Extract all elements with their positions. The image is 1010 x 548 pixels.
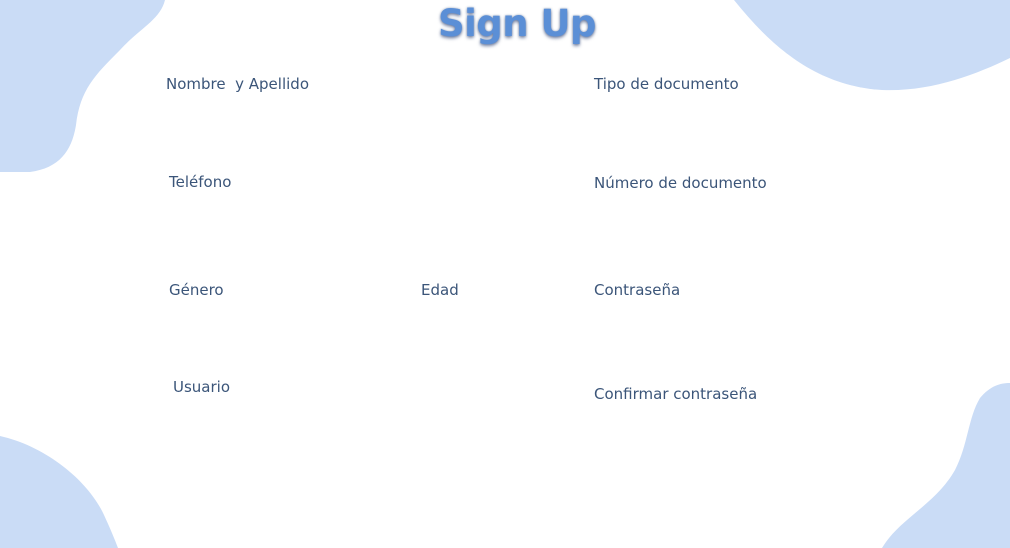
age-label: Edad <box>421 281 459 299</box>
signup-page: Sign Up Nombre y Apellido Tipo de docume… <box>0 0 1010 548</box>
gender-label: Género <box>169 281 224 299</box>
full-name-label: Nombre y Apellido <box>166 75 309 93</box>
confirm-password-label: Confirmar contraseña <box>594 385 758 403</box>
phone-label: Teléfono <box>169 173 232 191</box>
document-number-label: Número de documento <box>594 174 767 192</box>
page-title: Sign Up <box>437 2 597 45</box>
blob-bottom-left <box>0 436 118 548</box>
document-type-label: Tipo de documento <box>594 75 739 93</box>
background-blobs <box>0 0 1010 548</box>
blob-bottom-right <box>882 383 1010 548</box>
username-label: Usuario <box>173 378 231 396</box>
password-label: Contraseña <box>594 281 681 299</box>
